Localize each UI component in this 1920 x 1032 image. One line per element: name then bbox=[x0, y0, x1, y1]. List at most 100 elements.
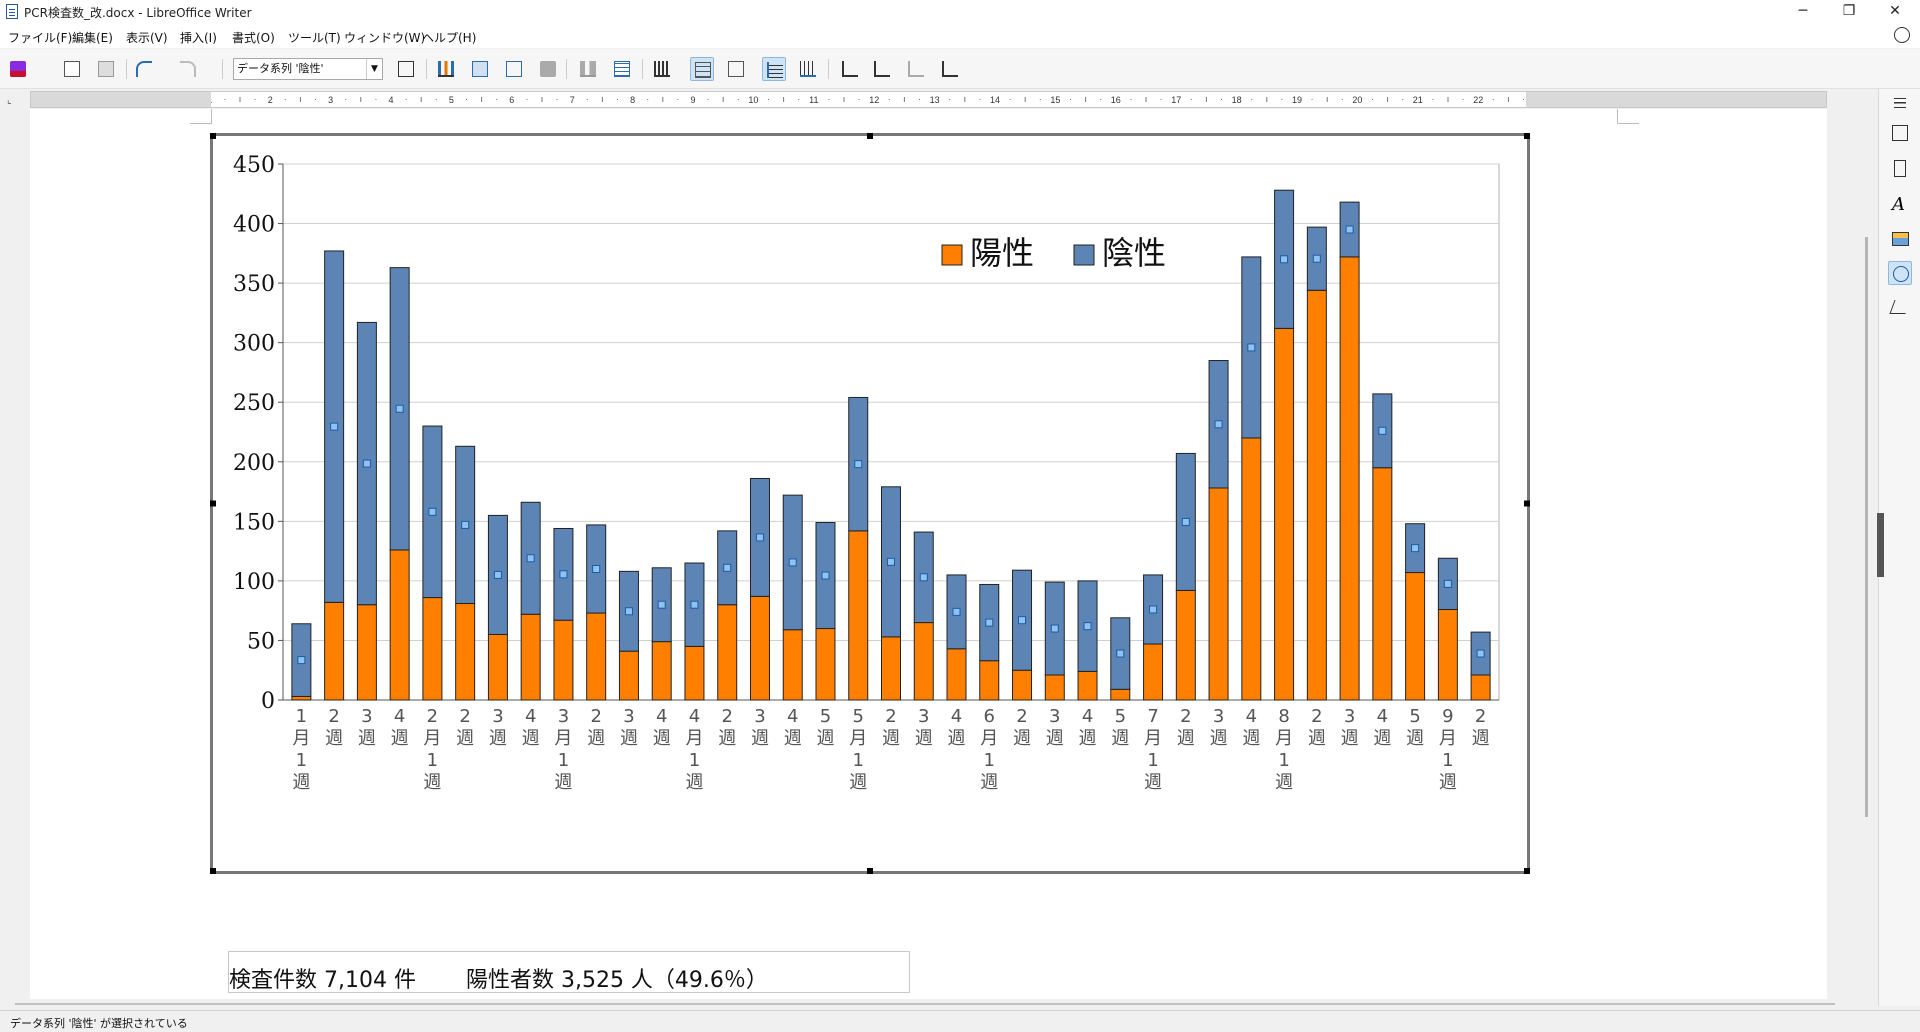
bar-positive[interactable] bbox=[487, 633, 508, 701]
y-grid-button[interactable] bbox=[762, 57, 786, 81]
chart-3d-button[interactable] bbox=[536, 57, 560, 81]
print-button[interactable] bbox=[94, 57, 118, 81]
selection-handle[interactable] bbox=[867, 133, 873, 139]
bar-positive[interactable] bbox=[651, 641, 672, 701]
selection-handle[interactable] bbox=[210, 133, 216, 139]
globe-icon[interactable] bbox=[1894, 27, 1910, 43]
menu-edit[interactable]: 編集(E) bbox=[72, 29, 113, 46]
save-button[interactable] bbox=[6, 57, 30, 81]
maximize-button[interactable]: ❐ bbox=[1826, 0, 1872, 24]
bar-positive[interactable] bbox=[356, 604, 377, 701]
horizontal-ruler[interactable]: 2112345678910111213141516171819202122232… bbox=[30, 91, 1827, 108]
bar-positive[interactable] bbox=[291, 695, 312, 701]
bar-positive[interactable] bbox=[749, 595, 770, 701]
close-button[interactable]: ✕ bbox=[1872, 0, 1918, 24]
x-grid-button[interactable] bbox=[796, 57, 820, 81]
sidebar-properties-button[interactable] bbox=[1888, 121, 1912, 145]
bar-positive[interactable] bbox=[1012, 669, 1033, 701]
bar-positive[interactable] bbox=[520, 613, 541, 701]
export-pdf-button[interactable] bbox=[60, 57, 84, 81]
bar-positive[interactable] bbox=[1208, 487, 1229, 701]
bar-positive[interactable] bbox=[848, 530, 869, 701]
undo-button[interactable] bbox=[132, 57, 156, 81]
select-chart-element-dropdown[interactable]: データ系列 '陰性' ▼ bbox=[233, 58, 383, 80]
menu-insert[interactable]: 挿入(I) bbox=[180, 29, 217, 46]
chart-type-button[interactable] bbox=[434, 57, 458, 81]
menu-window[interactable]: ウィンドウ(W) bbox=[344, 29, 425, 46]
titles-button[interactable] bbox=[724, 57, 748, 81]
bar-positive[interactable] bbox=[684, 645, 705, 701]
x-tick-label: 2 bbox=[1016, 706, 1027, 727]
chart[interactable]: 0501001502002503003504004501月1週2週3週4週2月1… bbox=[210, 133, 1530, 874]
bar-positive[interactable] bbox=[1339, 256, 1360, 701]
minimize-button[interactable]: ─ bbox=[1780, 0, 1826, 24]
legend-on-off-button[interactable] bbox=[690, 57, 714, 81]
data-table-button[interactable] bbox=[610, 57, 634, 81]
bar-positive[interactable] bbox=[1405, 572, 1426, 701]
selection-marker bbox=[395, 404, 404, 413]
menu-help[interactable]: ヘルプ(H) bbox=[422, 29, 476, 46]
bar-positive[interactable] bbox=[1143, 643, 1164, 701]
chart-wall-button[interactable] bbox=[502, 57, 526, 81]
selection-handle[interactable] bbox=[1524, 133, 1530, 139]
sidebar-gallery-button[interactable] bbox=[1888, 227, 1912, 251]
redo-button[interactable] bbox=[176, 57, 200, 81]
bar-positive[interactable] bbox=[1306, 289, 1327, 701]
bar-positive[interactable] bbox=[881, 636, 901, 701]
sidebar-styles-button[interactable]: A bbox=[1888, 193, 1912, 217]
bar-positive[interactable] bbox=[1077, 670, 1098, 701]
vertical-scrollbar[interactable] bbox=[1862, 109, 1878, 1006]
scrollbar-thumb[interactable] bbox=[1865, 237, 1868, 817]
format-axis-z-button[interactable] bbox=[938, 57, 962, 81]
data-ranges-button[interactable] bbox=[576, 57, 600, 81]
bar-positive[interactable] bbox=[1470, 674, 1491, 701]
horizontal-scrollbar[interactable] bbox=[15, 1003, 1835, 1005]
x-tick-label: 4 bbox=[394, 706, 405, 727]
menu-format[interactable]: 書式(O) bbox=[232, 29, 275, 46]
format-axis-x-button[interactable] bbox=[904, 57, 928, 81]
bar-positive[interactable] bbox=[618, 650, 639, 701]
bar-positive[interactable] bbox=[389, 549, 410, 701]
selection-handle[interactable] bbox=[210, 500, 216, 507]
bar-positive[interactable] bbox=[1110, 688, 1131, 701]
bar-positive[interactable] bbox=[1274, 327, 1295, 701]
sidebar-manage-changes-button[interactable] bbox=[1888, 295, 1912, 319]
chevron-down-icon[interactable]: ▼ bbox=[366, 59, 382, 79]
bar-positive[interactable] bbox=[1437, 608, 1458, 701]
stats-text-box[interactable]: 検査件数 7,104 件 陽性者数 3,525 人（49.6％） bbox=[228, 951, 910, 993]
bar-positive[interactable] bbox=[1241, 437, 1262, 701]
menu-view[interactable]: 表示(V) bbox=[126, 29, 168, 46]
bar-positive[interactable] bbox=[455, 603, 476, 701]
bar-positive[interactable] bbox=[717, 604, 738, 701]
menu-file[interactable]: ファイル(F) bbox=[8, 29, 72, 46]
format-axis-y-button[interactable] bbox=[870, 57, 894, 81]
bar-positive[interactable] bbox=[324, 601, 345, 701]
horizontal-grids-button[interactable] bbox=[650, 57, 674, 81]
sidebar-navigator-button[interactable] bbox=[1888, 261, 1912, 285]
sidebar-page-button[interactable] bbox=[1888, 157, 1912, 181]
bar-positive[interactable] bbox=[946, 648, 967, 701]
selection-handle[interactable] bbox=[1524, 868, 1530, 874]
menu-tools[interactable]: ツール(T) bbox=[288, 29, 341, 46]
chart-area-button[interactable] bbox=[468, 57, 492, 81]
bar-positive[interactable] bbox=[553, 619, 574, 701]
bar-positive[interactable] bbox=[913, 622, 934, 701]
x-tick-label: 週 bbox=[292, 772, 310, 793]
bar-positive[interactable] bbox=[782, 629, 803, 701]
x-tick-label: 週 bbox=[554, 772, 572, 793]
bar-positive[interactable] bbox=[422, 597, 443, 701]
bar-positive[interactable] bbox=[1044, 674, 1065, 701]
bar-positive[interactable] bbox=[1175, 589, 1196, 701]
selection-handle[interactable] bbox=[867, 868, 873, 874]
bar-positive[interactable] bbox=[815, 628, 836, 701]
sidebar-menu-button[interactable] bbox=[1888, 91, 1912, 115]
bar-positive[interactable] bbox=[979, 660, 1000, 701]
format-axis-button[interactable] bbox=[838, 57, 862, 81]
bar-positive[interactable] bbox=[1372, 467, 1393, 701]
x-tick-label: 3 bbox=[492, 706, 503, 727]
selection-handle[interactable] bbox=[210, 868, 216, 874]
sidebar-collapse-handle[interactable] bbox=[1877, 513, 1884, 577]
bar-positive[interactable] bbox=[586, 612, 607, 701]
selection-handle[interactable] bbox=[1524, 500, 1530, 507]
format-selection-button[interactable] bbox=[394, 57, 418, 81]
